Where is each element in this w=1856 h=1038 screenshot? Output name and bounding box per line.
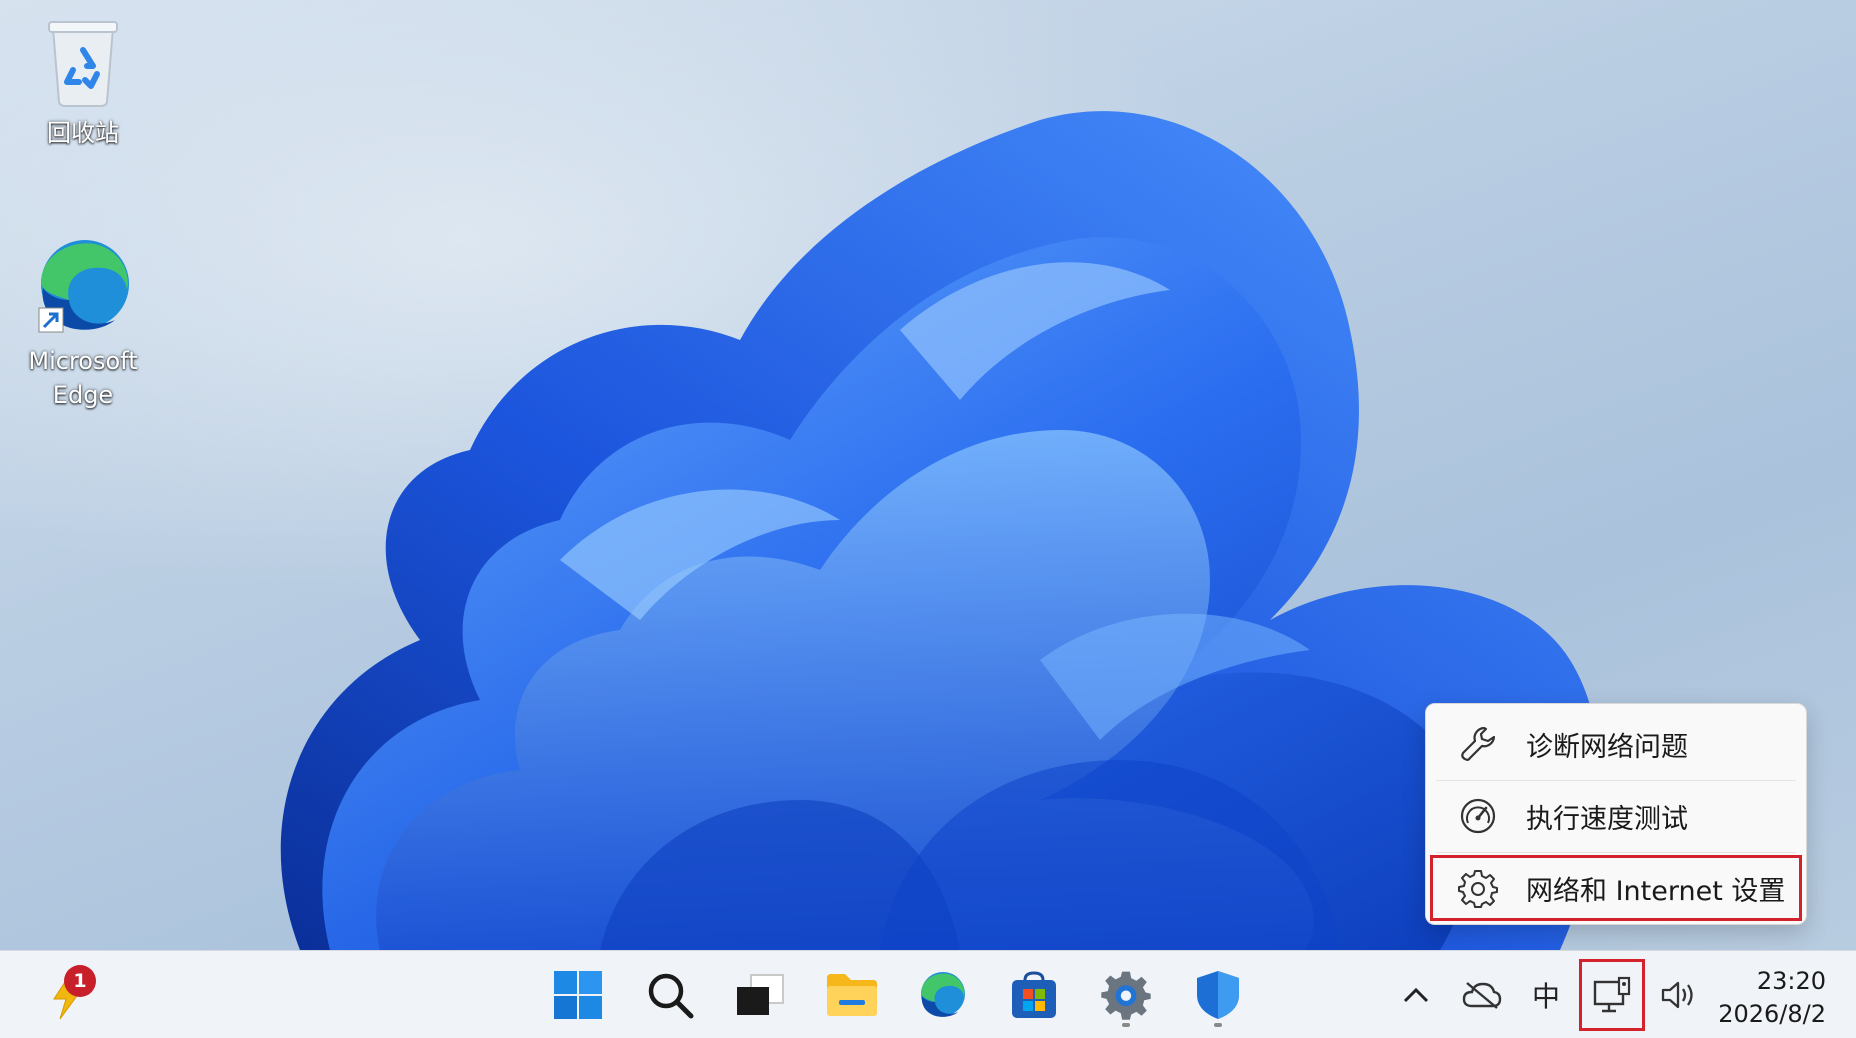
search-button[interactable]: [638, 963, 702, 1027]
chevron-up-icon: [1403, 987, 1429, 1003]
file-explorer-icon: [827, 974, 877, 1016]
speaker-icon: [1661, 981, 1693, 1009]
task-view-button[interactable]: [728, 963, 792, 1027]
desktop-wallpaper: 回收站 Microsoft Edge 诊断网络问题 执行速度测试 网络和 Int…: [0, 0, 1856, 950]
network-tray-button[interactable]: [1579, 959, 1645, 1031]
network-context-menu: 诊断网络问题 执行速度测试 网络和 Internet 设置: [1425, 703, 1807, 925]
defender-button[interactable]: [1186, 963, 1250, 1027]
taskbar: 1 中 23:20 2026/8/2: [0, 950, 1856, 1038]
store-icon: [1012, 971, 1056, 1018]
onedrive-button[interactable]: [1450, 963, 1514, 1027]
wrench-icon: [1461, 726, 1496, 761]
settings-icon: [1101, 971, 1151, 1020]
search-icon: [648, 973, 694, 1019]
recycle-bin-label: 回收站: [47, 119, 119, 147]
start-icon: [554, 971, 602, 1019]
speedometer-icon: [1460, 798, 1496, 834]
network-ethernet-icon: [1593, 976, 1631, 1013]
running-indicator: [1122, 1023, 1130, 1027]
clock-button[interactable]: 23:20 2026/8/2: [1718, 965, 1826, 1031]
desktop-icon-microsoft-edge[interactable]: Microsoft Edge: [18, 234, 148, 412]
menu-item-network-internet-settings[interactable]: 网络和 Internet 设置: [1430, 855, 1802, 921]
gear-icon: [1458, 870, 1498, 908]
start-button[interactable]: [546, 963, 610, 1027]
store-button[interactable]: [1002, 963, 1066, 1027]
defender-icon: [1197, 971, 1239, 1019]
volume-button[interactable]: [1648, 963, 1712, 1027]
file-explorer-button[interactable]: [820, 963, 884, 1027]
edge-label: Microsoft Edge: [28, 347, 138, 409]
settings-taskbar-button[interactable]: [1094, 963, 1158, 1027]
recycle-bin-icon: [48, 21, 118, 107]
menu-item-label: 网络和 Internet 设置: [1526, 875, 1786, 907]
menu-divider: [1436, 852, 1796, 853]
input-method-button[interactable]: 中: [1514, 963, 1578, 1027]
cloud-offline-icon: [1462, 982, 1502, 1009]
running-indicator: [1214, 1023, 1222, 1027]
clock-date: 2026/8/2: [1718, 1000, 1826, 1028]
menu-divider: [1436, 780, 1796, 781]
edge-taskbar-button[interactable]: [910, 963, 974, 1027]
desktop-icon-recycle-bin[interactable]: 回收站: [18, 14, 148, 150]
task-view-icon: [737, 974, 784, 1015]
menu-item-speed-test[interactable]: 执行速度测试: [1430, 783, 1802, 849]
input-method-label: 中: [1531, 980, 1560, 1013]
widgets-notification-badge: 1: [64, 965, 96, 997]
menu-item-diagnose-network[interactable]: 诊断网络问题: [1430, 711, 1802, 777]
clock-time: 23:20: [1756, 967, 1826, 995]
menu-item-label: 诊断网络问题: [1526, 731, 1688, 763]
edge-icon: [38, 240, 129, 333]
edge-icon: [921, 972, 965, 1017]
menu-item-label: 执行速度测试: [1526, 803, 1688, 835]
show-hidden-icons-button[interactable]: [1384, 963, 1448, 1027]
